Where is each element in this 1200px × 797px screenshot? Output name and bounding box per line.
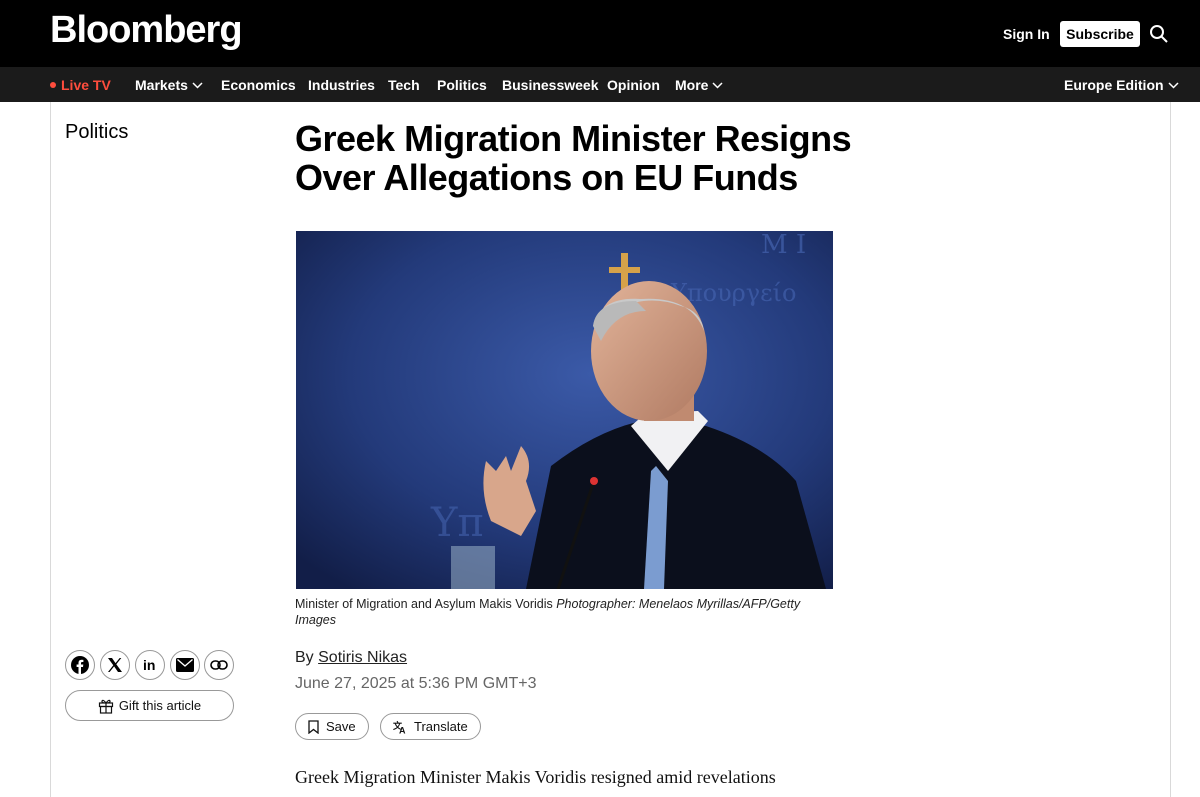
bookmark-icon — [308, 719, 319, 734]
nav-bar: Live TV Markets Economics Industries Tec… — [0, 67, 1200, 102]
share-email-button[interactable] — [170, 650, 200, 680]
gift-article-button[interactable]: Gift this article — [65, 690, 234, 721]
svg-text:in: in — [143, 657, 155, 673]
edition-selector[interactable]: Europe Edition — [1064, 77, 1179, 93]
article-body-paragraph: Greek Migration Minister Makis Voridis r… — [295, 767, 776, 787]
nav-businessweek[interactable]: Businessweek — [502, 77, 599, 93]
save-button[interactable]: Save — [295, 713, 369, 740]
byline: By Sotiris Nikas — [295, 649, 407, 667]
link-icon — [210, 660, 228, 670]
edition-label: Europe Edition — [1064, 77, 1164, 93]
nav-opinion[interactable]: Opinion — [607, 77, 660, 93]
save-label: Save — [326, 719, 356, 734]
nav-more[interactable]: More — [675, 77, 723, 93]
chevron-down-icon — [192, 81, 203, 89]
svg-text:Υπ: Υπ — [430, 500, 484, 546]
author-link[interactable]: Sotiris Nikas — [318, 649, 407, 666]
nav-live-tv[interactable]: Live TV — [50, 77, 111, 93]
gift-icon — [98, 699, 113, 714]
photo-caption: Minister of Migration and Asylum Makis V… — [295, 596, 835, 628]
share-linkedin-button[interactable]: in — [135, 650, 165, 680]
gift-article-label: Gift this article — [118, 698, 202, 713]
article-photo: M I Υπουργείο Υπ — [296, 231, 833, 589]
nav-industries[interactable]: Industries — [308, 77, 375, 93]
live-dot-icon — [50, 82, 56, 88]
email-icon — [176, 658, 194, 672]
section-label[interactable]: Politics — [65, 121, 128, 144]
publish-date: June 27, 2025 at 5:36 PM GMT+3 — [295, 675, 537, 692]
nav-live-tv-label: Live TV — [61, 77, 111, 93]
nav-politics[interactable]: Politics — [437, 77, 487, 93]
translate-label: Translate — [414, 719, 468, 734]
minister-photo-illustration: M I Υπουργείο Υπ — [296, 231, 833, 589]
subscribe-button[interactable]: Subscribe — [1060, 21, 1140, 47]
chevron-down-icon — [1168, 81, 1179, 89]
svg-text:M I: M I — [761, 231, 806, 260]
byline-prefix: By — [295, 649, 319, 666]
share-x-button[interactable] — [100, 650, 130, 680]
translate-button[interactable]: 文 A Translate — [380, 713, 481, 740]
article-headline: Greek Migration Minister Resigns Over Al… — [295, 118, 852, 198]
linkedin-icon: in — [143, 657, 155, 673]
share-facebook-button[interactable] — [65, 650, 95, 680]
translate-icon: 文 A — [393, 720, 406, 734]
nav-more-label: More — [675, 77, 709, 93]
svg-text:A: A — [399, 725, 406, 734]
nav-markets-label: Markets — [135, 77, 188, 93]
nav-tech[interactable]: Tech — [388, 77, 420, 93]
bloomberg-logo[interactable]: Bloomberg — [50, 9, 243, 52]
sign-in-link[interactable]: Sign In — [1003, 26, 1050, 42]
search-icon[interactable] — [1149, 24, 1169, 44]
nav-markets[interactable]: Markets — [135, 77, 203, 93]
copy-link-button[interactable] — [204, 650, 234, 680]
nav-economics[interactable]: Economics — [221, 77, 296, 93]
facebook-icon — [71, 656, 89, 674]
chevron-down-icon — [712, 81, 723, 89]
top-bar: Bloomberg Sign In Subscribe — [0, 0, 1200, 67]
caption-text: Minister of Migration and Asylum Makis V… — [295, 597, 557, 611]
x-logo-icon — [108, 658, 122, 672]
